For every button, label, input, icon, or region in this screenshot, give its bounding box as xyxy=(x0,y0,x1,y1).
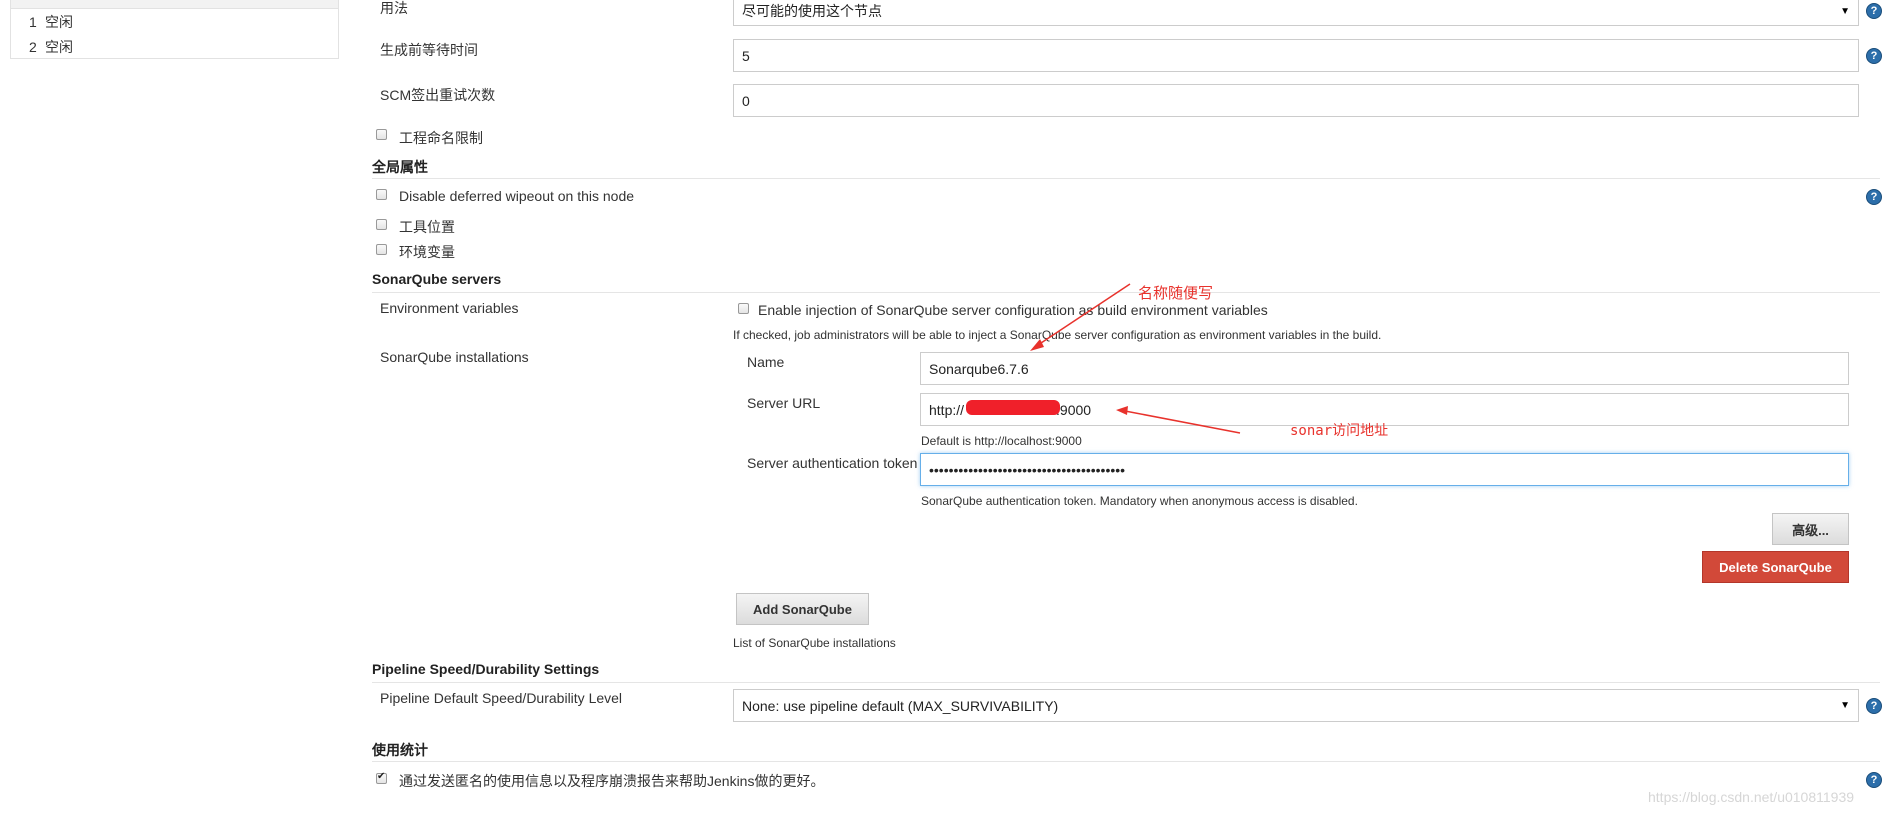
annotation-arrowhead xyxy=(1116,406,1128,415)
chevron-down-icon: ▼ xyxy=(1840,700,1850,711)
usage-stats-checkbox[interactable] xyxy=(376,771,387,784)
pipeline-level-value: None: use pipeline default (MAX_SURVIVAB… xyxy=(742,697,1059,714)
section-divider xyxy=(372,682,1880,683)
usage-stats-heading: 使用统计 xyxy=(372,742,428,758)
pipeline-level-select[interactable]: None: use pipeline default (MAX_SURVIVAB… xyxy=(733,689,1859,722)
section-divider xyxy=(372,761,1880,762)
annotation-name-note: 名称随便写 xyxy=(1138,285,1214,302)
annotation-url-note: sonar访问地址 xyxy=(1290,423,1389,439)
pipeline-heading: Pipeline Speed/Durability Settings xyxy=(372,661,600,677)
help-icon[interactable]: ? xyxy=(1866,698,1882,714)
watermark: https://blog.csdn.net/u010811939 xyxy=(1648,789,1855,805)
usage-stats-label: 通过发送匿名的使用信息以及程序崩溃报告来帮助Jenkins做的更好。 xyxy=(399,773,825,789)
help-icon[interactable]: ? xyxy=(1866,772,1882,788)
annotation-arrowhead xyxy=(1030,339,1044,351)
annotation-arrow-url xyxy=(1124,410,1241,434)
pipeline-level-label: Pipeline Default Speed/Durability Level xyxy=(380,690,623,706)
annotation-arrow-name xyxy=(1037,283,1131,346)
